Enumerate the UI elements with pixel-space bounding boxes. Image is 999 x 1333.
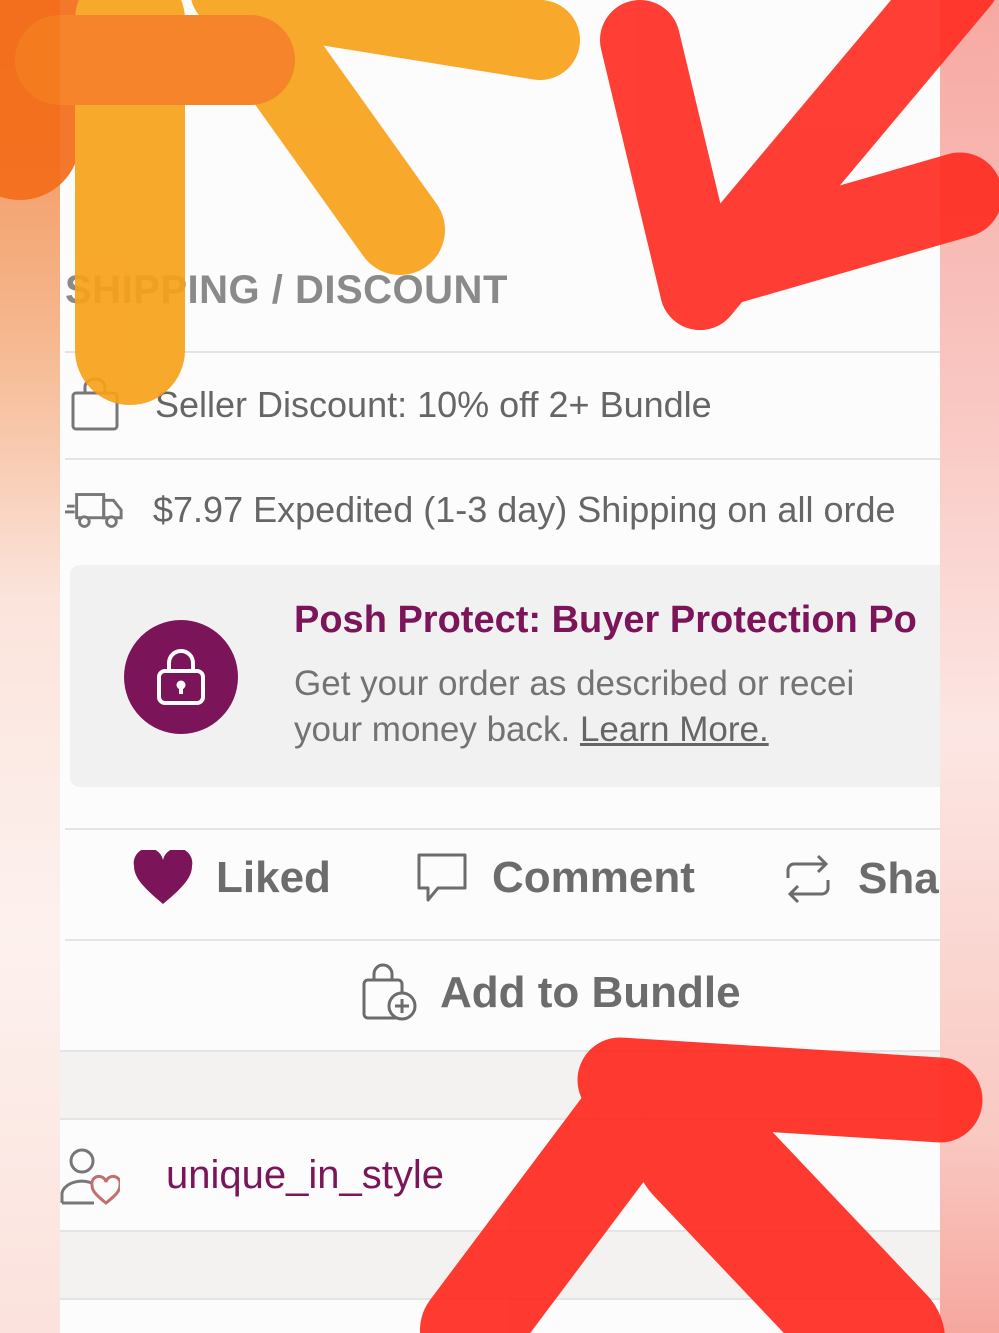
learn-more-link[interactable]: Learn More. <box>580 710 769 749</box>
posh-protect-title: Posh Protect: Buyer Protection Po <box>294 599 917 641</box>
bag-icon <box>65 375 125 435</box>
lock-icon <box>157 649 205 705</box>
seller-discount-text: Seller Discount: 10% off 2+ Bundle <box>155 384 712 425</box>
share-label: Sha <box>858 854 939 903</box>
listing-screen: SHIPPING / DISCOUNT Seller Discount: 10%… <box>60 0 940 1333</box>
posh-protect-line1: Get your order as described or recei <box>294 664 855 703</box>
seller-discount-row[interactable]: Seller Discount: 10% off 2+ Bundle <box>65 375 940 435</box>
divider <box>65 458 940 460</box>
photo-edge-right <box>939 0 999 1333</box>
spacer-band <box>60 1052 940 1118</box>
add-to-bundle-label: Add to Bundle <box>440 968 741 1017</box>
divider <box>65 939 940 941</box>
photo-edge-left <box>0 0 60 1333</box>
posh-protect-line2: your money back. Learn More. <box>294 707 940 753</box>
posh-protect-card: Posh Protect: Buyer Protection Po Get yo… <box>70 565 940 787</box>
section-header-shipping-discount: SHIPPING / DISCOUNT <box>65 268 508 312</box>
lock-badge <box>124 620 238 734</box>
divider <box>60 1118 940 1120</box>
expedited-shipping-row[interactable]: $7.97 Expedited (1-3 day) Shipping on al… <box>65 480 940 540</box>
heart-icon <box>133 850 193 904</box>
comment-button[interactable]: Comment <box>414 850 695 906</box>
add-bundle-icon <box>362 963 417 1021</box>
seller-icon <box>60 1148 120 1205</box>
divider <box>65 351 940 353</box>
posh-protect-body: Get your order as described or recei you… <box>294 661 940 753</box>
truck-icon <box>65 480 125 540</box>
comment-icon <box>417 853 467 902</box>
like-button[interactable]: Liked <box>132 850 331 906</box>
add-to-bundle-button[interactable]: Add to Bundle <box>360 962 741 1024</box>
share-icon <box>786 854 830 904</box>
seller-row[interactable]: unique_in_style <box>60 1145 444 1205</box>
share-button[interactable]: Sha <box>780 850 939 908</box>
spacer-band <box>60 1232 940 1298</box>
divider <box>60 1298 940 1300</box>
expedited-shipping-text: $7.97 Expedited (1-3 day) Shipping on al… <box>153 489 896 530</box>
liked-label: Liked <box>216 853 331 902</box>
seller-username: unique_in_style <box>166 1152 444 1197</box>
posh-protect-line2-text: your money back. <box>294 710 580 749</box>
divider <box>65 828 940 830</box>
comment-label: Comment <box>492 853 695 902</box>
